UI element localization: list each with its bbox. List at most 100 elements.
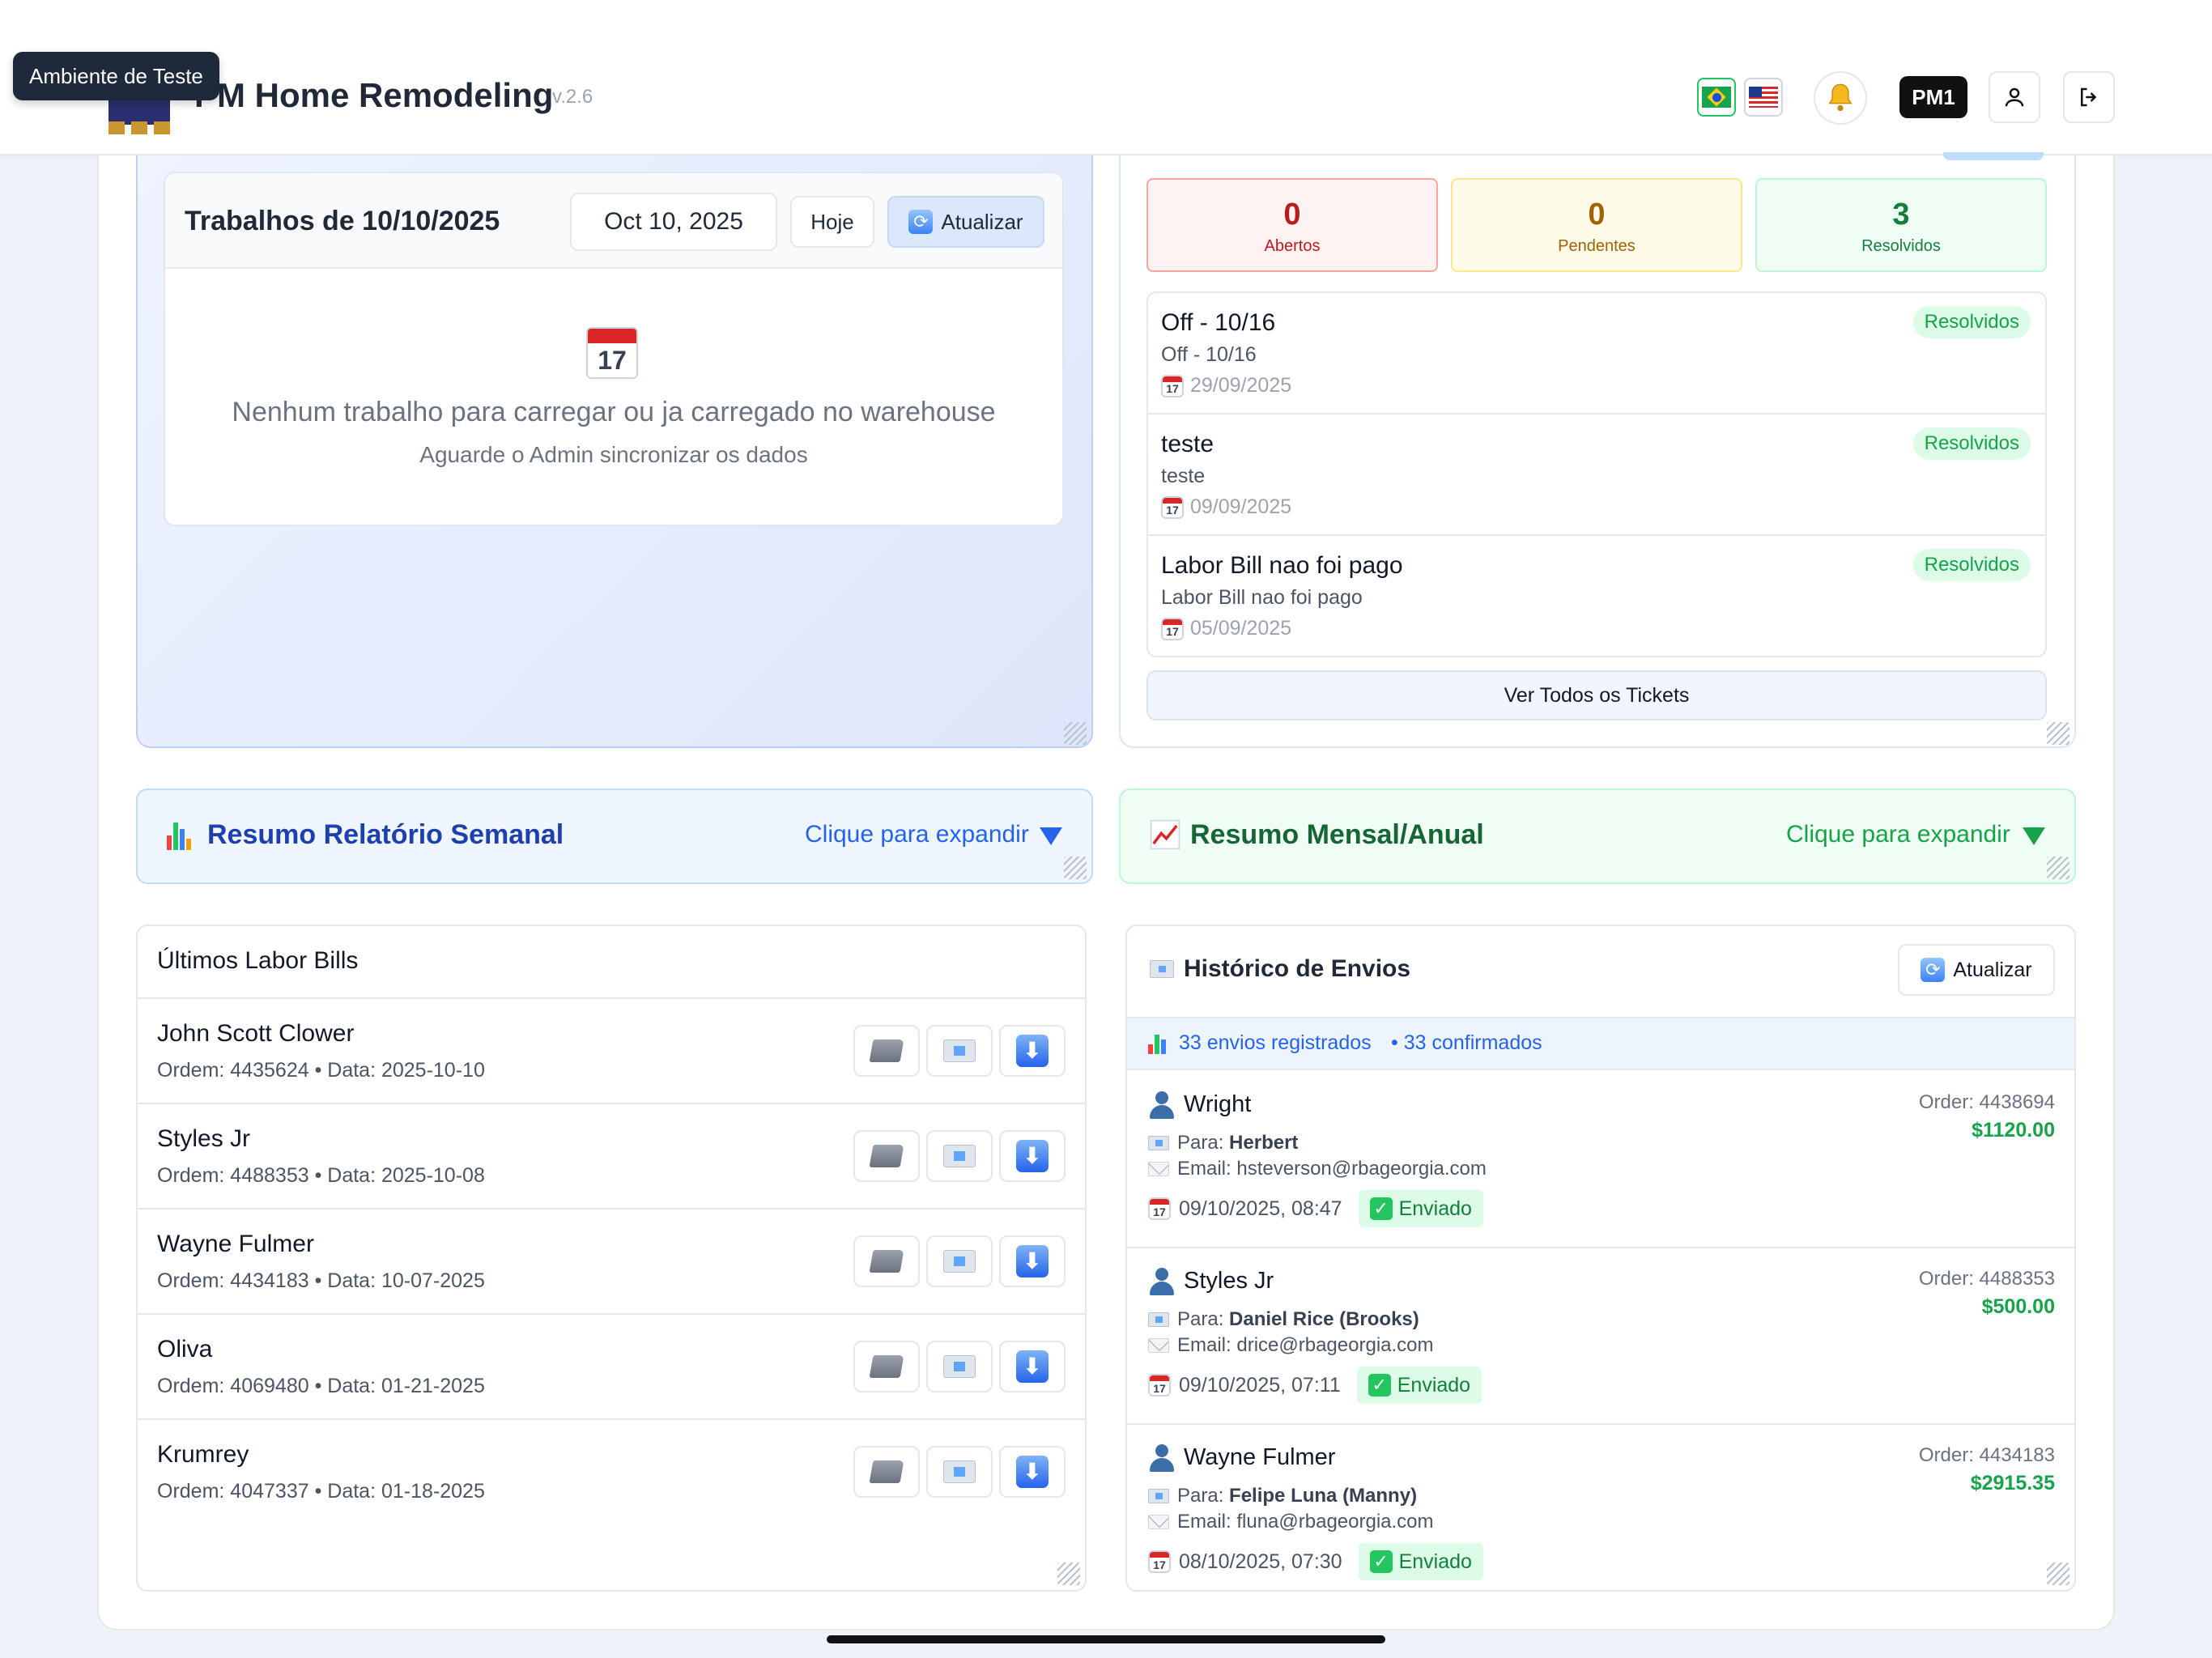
download-button[interactable]: ⬇ [999, 1025, 1066, 1077]
status-badge: Resolvidos [1912, 306, 2031, 338]
stat-resolved-tickets[interactable]: 3 Resolvidos [1755, 178, 2047, 272]
resize-handle[interactable] [1064, 857, 1087, 879]
monthly-summary-title: Resumo Mensal/Anual [1190, 819, 1484, 850]
today-button[interactable]: Hoje [790, 196, 874, 248]
history-row: Wright Para: Herbert Email: hsteverson@r… [1127, 1072, 2074, 1248]
resize-handle[interactable] [2047, 722, 2069, 745]
open-folder-button[interactable] [853, 1446, 920, 1498]
date-picker-input[interactable]: Oct 10, 2025 [570, 193, 777, 251]
language-pt-br-button[interactable] [1697, 78, 1736, 117]
send-email-button[interactable] [926, 1446, 993, 1498]
notifications-button[interactable] [1814, 71, 1867, 125]
envelope-icon [943, 1145, 976, 1167]
stat-pending-tickets[interactable]: 0 Pendentes [1451, 178, 1742, 272]
download-button[interactable]: ⬇ [999, 1341, 1066, 1392]
check-icon: ✓ [1369, 1550, 1393, 1573]
labor-bills-title: Últimos Labor Bills [157, 947, 359, 974]
sent-status-badge: ✓ Enviado [1358, 1190, 1483, 1227]
labor-bill-row: Wayne Fulmer Ordem: 4434183 • Data: 10-0… [138, 1209, 1085, 1315]
line-chart-icon [1150, 819, 1180, 850]
calendar-icon: 17 [1161, 617, 1184, 640]
envelope-icon [943, 1460, 976, 1483]
status-badge: Resolvidos [1912, 427, 2031, 460]
open-folder-button[interactable] [853, 1235, 920, 1287]
bar-chart-icon [1148, 1033, 1169, 1054]
calendar-icon: 17 [586, 327, 638, 379]
download-button[interactable]: ⬇ [999, 1130, 1066, 1182]
person-icon [1148, 1444, 1176, 1472]
labor-bill-row: Styles Jr Ordem: 4488353 • Data: 2025-10… [138, 1104, 1085, 1209]
sent-status-badge: ✓ Enviado [1356, 1367, 1482, 1404]
empty-jobs-message: Nenhum trabalho para carregar ou ja carr… [232, 397, 996, 427]
download-icon: ⬇ [1016, 1035, 1049, 1067]
mail-icon [1148, 1338, 1169, 1353]
profile-button[interactable] [1989, 71, 2040, 123]
envelope-icon [943, 1355, 976, 1378]
refresh-jobs-label: Atualizar [941, 210, 1023, 234]
download-icon: ⬇ [1016, 1350, 1049, 1383]
calendar-icon: 17 [1161, 495, 1184, 519]
download-button[interactable]: ⬇ [999, 1446, 1066, 1498]
send-history-title: Histórico de Envios [1184, 955, 1411, 982]
send-email-button[interactable] [926, 1341, 993, 1392]
usa-flag-icon [1749, 87, 1778, 108]
summary-registered-count: 33 envios registrados [1179, 1031, 1372, 1054]
open-folder-button[interactable] [853, 1130, 920, 1182]
resize-handle[interactable] [1057, 1562, 1080, 1585]
calendar-icon: 17 [1148, 1197, 1171, 1220]
open-folder-button[interactable] [853, 1341, 920, 1392]
history-row: Styles Jr Para: Daniel Rice (Brooks) Ema… [1127, 1248, 2074, 1425]
download-icon: ⬇ [1016, 1456, 1049, 1488]
check-icon: ✓ [1368, 1374, 1391, 1397]
monthly-expand-hint[interactable]: Clique para expandir [1786, 821, 2010, 848]
stat-open-tickets[interactable]: 0 Abertos [1146, 178, 1438, 272]
logout-icon [2081, 87, 2097, 107]
download-icon: ⬇ [1016, 1140, 1049, 1172]
ticket-item[interactable]: teste teste 17 09/09/2025 Resolvidos [1148, 414, 2045, 536]
language-en-us-button[interactable] [1744, 78, 1783, 117]
labor-bill-row: Krumrey Ordem: 4047337 • Data: 01-18-202… [138, 1420, 1085, 1525]
folder-icon [869, 1460, 904, 1483]
send-email-button[interactable] [926, 1130, 993, 1182]
user-badge[interactable]: PM1 [1899, 76, 1967, 118]
chevron-down-icon[interactable] [2023, 827, 2045, 845]
environment-tooltip: Ambiente de Teste [13, 52, 219, 100]
bell-icon [1828, 83, 1853, 112]
refresh-jobs-button[interactable]: ⟳ Atualizar [887, 196, 1044, 248]
check-icon: ✓ [1369, 1197, 1393, 1220]
sent-status-badge: ✓ Enviado [1358, 1543, 1483, 1580]
app-title: PM Home Remodeling [194, 76, 554, 114]
history-row: Wayne Fulmer Para: Felipe Luna (Manny) E… [1127, 1425, 2074, 1601]
open-folder-button[interactable] [853, 1025, 920, 1077]
weekly-summary-title: Resumo Relatório Semanal [207, 819, 564, 850]
send-email-button[interactable] [926, 1025, 993, 1077]
send-email-button[interactable] [926, 1235, 993, 1287]
home-indicator[interactable] [827, 1635, 1385, 1643]
labor-bill-row: Oliva Ordem: 4069480 • Data: 01-21-2025 … [138, 1315, 1085, 1420]
folder-icon [869, 1039, 904, 1062]
download-icon: ⬇ [1016, 1245, 1049, 1278]
resize-handle[interactable] [2047, 1562, 2069, 1585]
view-all-tickets-button[interactable]: Ver Todos os Tickets [1146, 670, 2047, 721]
resize-handle[interactable] [2047, 857, 2069, 879]
brazil-flag-icon [1702, 87, 1731, 108]
envelope-icon [1148, 1489, 1169, 1503]
refresh-icon: ⟳ [1921, 958, 1946, 982]
envelope-icon [1148, 1312, 1169, 1327]
weekly-expand-hint[interactable]: Clique para expandir [805, 821, 1029, 848]
logout-button[interactable] [2063, 71, 2115, 123]
jobs-title: Trabalhos de 10/10/2025 [185, 206, 500, 236]
envelope-icon [1150, 960, 1174, 978]
resize-handle[interactable] [1064, 722, 1087, 745]
ticket-item[interactable]: Labor Bill nao foi pago Labor Bill nao f… [1148, 536, 2045, 657]
chevron-down-icon[interactable] [1040, 827, 1062, 845]
refresh-history-label: Atualizar [1953, 958, 2032, 981]
status-badge: Resolvidos [1912, 549, 2031, 581]
refresh-history-button[interactable]: ⟳ Atualizar [1898, 944, 2055, 996]
folder-icon [869, 1145, 904, 1167]
download-button[interactable]: ⬇ [999, 1235, 1066, 1287]
tickets-top-button[interactable] [1943, 152, 2044, 160]
ticket-item[interactable]: Off - 10/16 Off - 10/16 17 29/09/2025 Res… [1148, 293, 2045, 414]
empty-jobs-subtext: Aguarde o Admin sincronizar os dados [419, 442, 808, 467]
app-version: v.2.6 [552, 86, 593, 108]
